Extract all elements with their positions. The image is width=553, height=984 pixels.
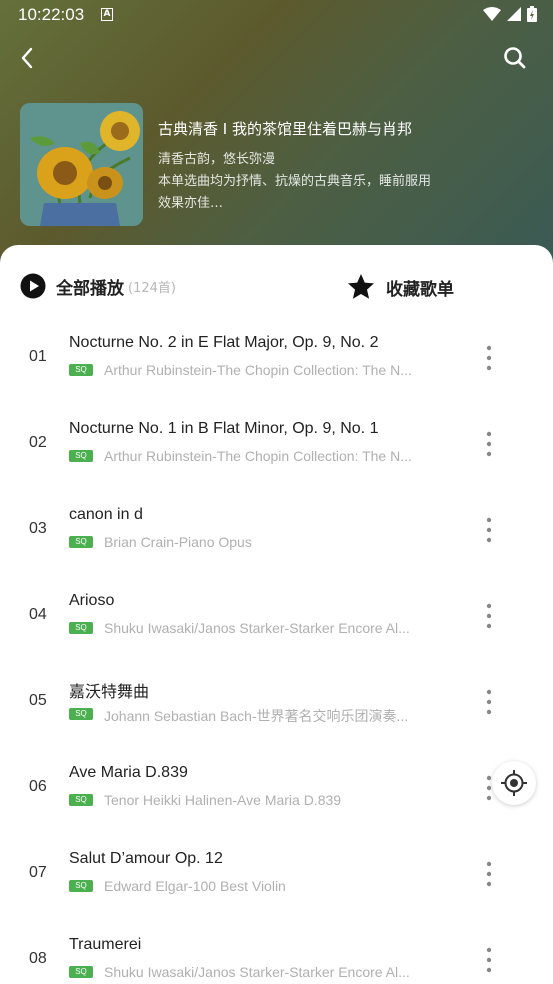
track-title: Arioso (69, 592, 115, 609)
play-circle-icon (20, 273, 46, 299)
track-row[interactable]: 04 Arioso SQ Shuku Iwasaki/Janos Starker-St… (0, 575, 553, 661)
track-title: Salut D’amour Op. 12 (69, 850, 223, 867)
status-time: 10:22:03 (18, 5, 85, 24)
album-title: 古典清香 I 我的茶馆里住着巴赫与肖邦 (158, 120, 412, 138)
track-row[interactable]: 01 Nocturne No. 2 in E Flat Major, Op. 9,… (0, 317, 553, 403)
track-artist-album: Johann Sebastian Bach-世界著名交响乐团演奏... (104, 708, 409, 724)
track-artist-album: Tenor Heikki Halinen-Ave Maria D.839 (104, 792, 342, 808)
track-row[interactable]: 06 Ave Maria D.839 SQ Tenor Heikki Halinen-… (0, 747, 553, 833)
track-row[interactable]: 07 Salut D’amour Op. 12 SQ Edward Elgar-100… (0, 833, 553, 919)
notification-icon: A (101, 8, 113, 21)
favorite-label: 收藏歌单 (386, 279, 454, 300)
more-vertical-icon (486, 517, 492, 543)
back-button[interactable] (14, 44, 42, 72)
signal-icon (507, 7, 521, 21)
track-title: Ave Maria D.839 (69, 764, 188, 781)
chevron-left-icon (21, 47, 33, 69)
more-vertical-icon (486, 431, 492, 457)
search-icon (504, 47, 526, 69)
track-count: (124首) (128, 280, 176, 296)
track-title: 嘉沃特舞曲 (69, 684, 150, 701)
track-title: Nocturne No. 2 in E Flat Major, Op. 9, N… (69, 334, 379, 351)
track-artist-album: Shuku Iwasaki/Janos Starker-Starker Enco… (104, 964, 410, 980)
track-more-button[interactable] (478, 515, 500, 545)
sq-badge: SQ (69, 536, 93, 548)
track-number: 06 (29, 778, 47, 795)
more-vertical-icon (486, 947, 492, 973)
track-title: Nocturne No. 1 in B Flat Minor, Op. 9, N… (69, 420, 379, 437)
track-more-button[interactable] (478, 687, 500, 717)
track-number: 02 (29, 434, 47, 451)
track-artist-album: Arthur Rubinstein-The Chopin Collection:… (104, 362, 412, 378)
sq-badge: SQ (69, 880, 93, 892)
sq-badge: SQ (69, 708, 93, 720)
sq-badge: SQ (69, 966, 93, 978)
status-icons (483, 6, 537, 22)
more-vertical-icon (486, 861, 492, 887)
wifi-icon (483, 7, 501, 21)
locate-icon (501, 770, 527, 796)
sunflowers-artwork (20, 103, 143, 226)
track-number: 03 (29, 520, 47, 537)
track-artist-album: Arthur Rubinstein-The Chopin Collection:… (104, 448, 412, 464)
track-more-button[interactable] (478, 429, 500, 459)
play-all-label: 全部播放 (56, 278, 124, 299)
track-row[interactable]: 05 嘉沃特舞曲 SQ Johann Sebastian Bach-世界著名交响乐团演… (0, 661, 553, 747)
track-more-button[interactable] (478, 859, 500, 889)
track-title: canon in d (69, 506, 143, 523)
sq-badge: SQ (69, 450, 93, 462)
play-all-button[interactable]: 全部播放 (124首) (20, 273, 176, 299)
track-number: 04 (29, 606, 47, 623)
sq-badge: SQ (69, 622, 93, 634)
track-title: Traumerei (69, 936, 142, 953)
sq-badge: SQ (69, 794, 93, 806)
track-row[interactable]: 02 Nocturne No. 1 in B Flat Minor, Op. 9,… (0, 403, 553, 489)
album-cover[interactable] (20, 103, 143, 226)
star-icon (348, 274, 374, 299)
favorite-playlist-button[interactable]: 收藏歌单 (346, 272, 454, 302)
album-description[interactable]: 清香古韵，悠长弥漫 本单选曲均为抒情、抗燥的古典音乐，睡前服用效果亦佳… (158, 149, 433, 215)
track-more-button[interactable] (478, 945, 500, 975)
track-artist-album: Brian Crain-Piano Opus (104, 534, 252, 550)
track-more-button[interactable] (478, 601, 500, 631)
track-number: 05 (29, 692, 47, 709)
track-row[interactable]: 03 canon in d SQ Brian Crain-Piano Opus (0, 489, 553, 575)
sq-badge: SQ (69, 364, 93, 376)
track-number: 08 (29, 950, 47, 967)
track-artist-album: Shuku Iwasaki/Janos Starker-Starker Enco… (104, 620, 410, 636)
track-artist-album: Edward Elgar-100 Best Violin (104, 878, 286, 894)
battery-icon (527, 6, 537, 22)
search-button[interactable] (501, 44, 529, 72)
track-row[interactable]: 08 Traumerei SQ Shuku Iwasaki/Janos Starker… (0, 919, 553, 984)
more-vertical-icon (486, 345, 492, 371)
locate-current-button[interactable] (492, 761, 536, 805)
track-number: 07 (29, 864, 47, 881)
more-vertical-icon (486, 689, 492, 715)
track-number: 01 (29, 348, 47, 365)
album-header: 10:22:03 A 古典清香 I 我的茶馆里住着巴赫与肖邦 清香古韵，悠长弥漫… (0, 0, 553, 270)
more-vertical-icon (486, 603, 492, 629)
status-bar: 10:22:03 A (0, 0, 553, 30)
track-more-button[interactable] (478, 343, 500, 373)
